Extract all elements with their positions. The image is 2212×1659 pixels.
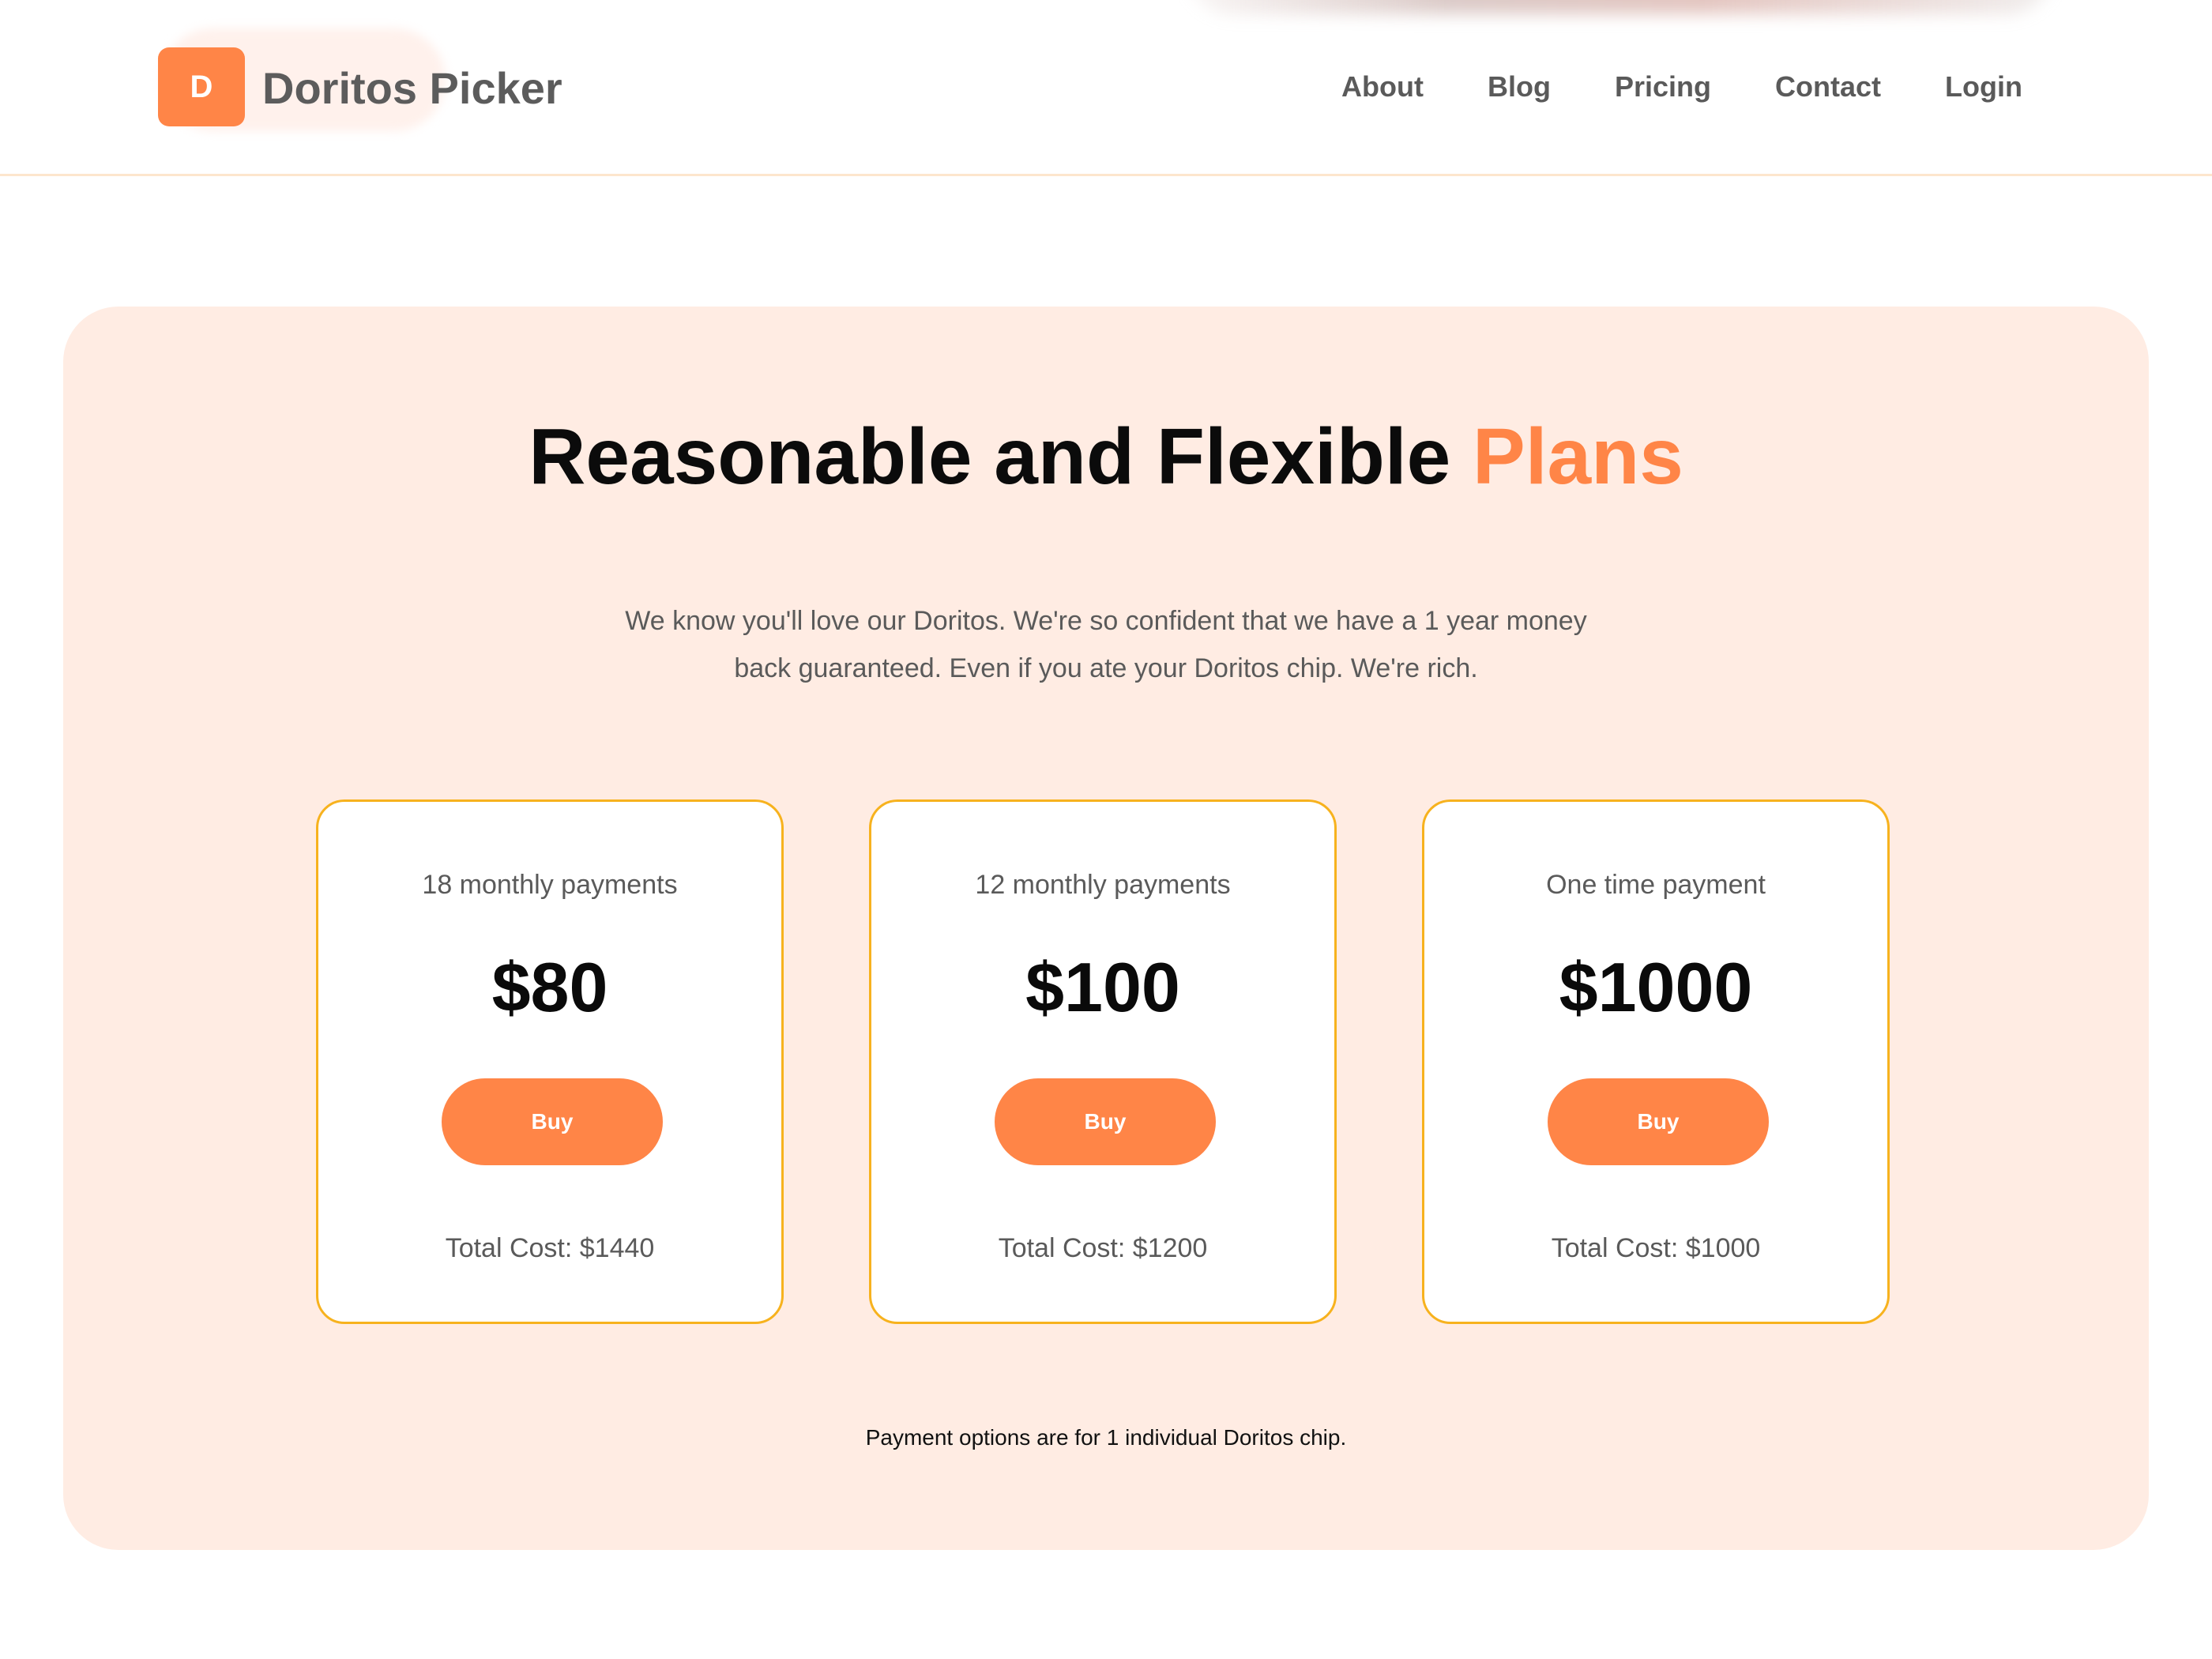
pricing-title-main: Reasonable and Flexible xyxy=(529,412,1473,501)
plan-label: 18 monthly payments xyxy=(422,870,678,900)
logo-letter: D xyxy=(190,69,213,104)
buy-button[interactable]: Buy xyxy=(442,1078,663,1165)
nav-link-blog[interactable]: Blog xyxy=(1488,62,1551,112)
plan-price: $1000 xyxy=(1559,948,1753,1026)
plan-total: Total Cost: $1440 xyxy=(445,1233,655,1263)
site-header: D Doritos Picker About Blog Pricing Cont… xyxy=(0,0,2212,176)
nav-link-login[interactable]: Login xyxy=(1945,62,2022,112)
main-nav: About Blog Pricing Contact Login xyxy=(1277,62,2022,112)
pricing-footnote: Payment options are for 1 individual Dor… xyxy=(865,1425,1347,1450)
plan-label: 12 monthly payments xyxy=(975,870,1231,900)
plan-label: One time payment xyxy=(1546,870,1766,900)
buy-button[interactable]: Buy xyxy=(1548,1078,1769,1165)
plan-price: $100 xyxy=(1025,948,1180,1026)
brand-name[interactable]: Doritos Picker xyxy=(262,57,562,120)
nav-link-contact[interactable]: Contact xyxy=(1775,62,1881,112)
pricing-section: Reasonable and Flexible Plans We know yo… xyxy=(63,307,2149,1550)
pricing-intro: We know you'll love our Doritos. We're s… xyxy=(625,606,1587,683)
buy-button[interactable]: Buy xyxy=(995,1078,1216,1165)
nav-link-pricing[interactable]: Pricing xyxy=(1615,62,1711,112)
pricing-title: Reasonable and Flexible Plans xyxy=(63,409,2149,504)
plan-total: Total Cost: $1200 xyxy=(998,1233,1208,1263)
plan-card: One time payment $1000 Buy Total Cost: $… xyxy=(1422,799,1890,1324)
plan-price: $80 xyxy=(491,948,608,1026)
plan-card: 12 monthly payments $100 Buy Total Cost:… xyxy=(869,799,1337,1324)
nav-link-about[interactable]: About xyxy=(1341,62,1424,112)
logo-badge[interactable]: D xyxy=(158,47,245,126)
pricing-title-accent: Plans xyxy=(1473,412,1683,501)
plan-card: 18 monthly payments $80 Buy Total Cost: … xyxy=(316,799,784,1324)
plan-total: Total Cost: $1000 xyxy=(1551,1233,1761,1263)
